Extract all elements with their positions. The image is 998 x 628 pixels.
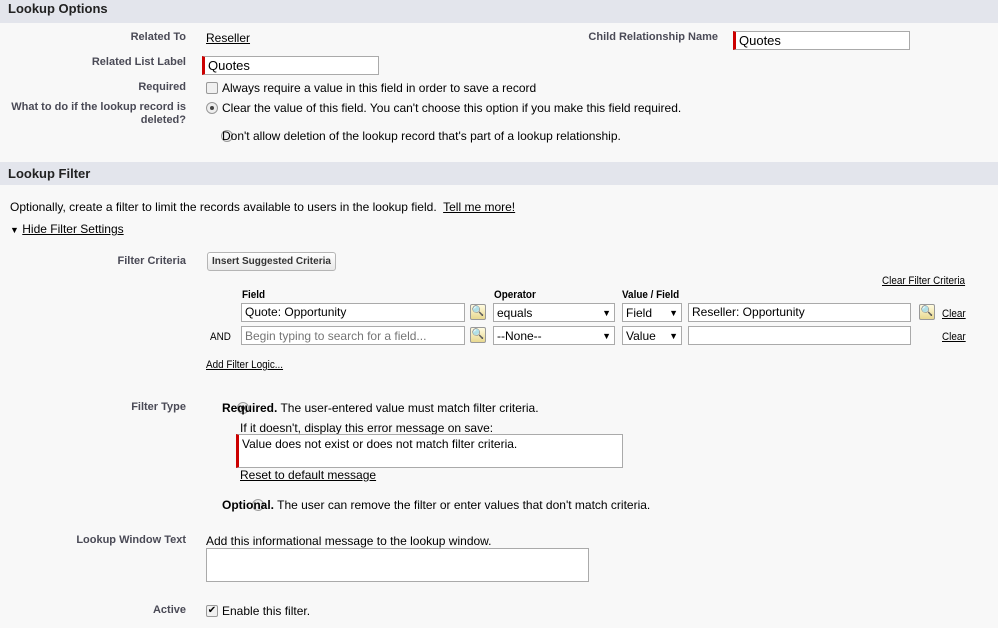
clear-filter-criteria-link[interactable]: Clear Filter Criteria xyxy=(882,275,965,287)
operator-column-header: Operator xyxy=(494,289,536,301)
related-list-label-input[interactable]: Quotes xyxy=(202,56,379,75)
filter-value-input[interactable]: Reseller: Opportunity xyxy=(688,303,911,322)
clear-value-radio[interactable] xyxy=(206,102,218,114)
operator-select[interactable]: equals ▼ xyxy=(493,303,615,322)
dropdown-arrow-icon: ▼ xyxy=(602,307,611,318)
optional-bold: Optional. xyxy=(222,498,274,512)
required-desc: The user-entered value must match filter… xyxy=(280,401,539,415)
filter-value-input[interactable] xyxy=(688,326,911,345)
error-prompt: If it doesn't, display this error messag… xyxy=(240,421,494,435)
dropdown-arrow-icon: ▼ xyxy=(669,307,678,318)
required-filter-text: Required. The user-entered value must ma… xyxy=(222,401,539,415)
clear-row-link[interactable]: Clear xyxy=(942,308,966,320)
lookup-magnifier-icon[interactable]: 🔍 xyxy=(470,304,486,320)
dropdown-arrow-icon: ▼ xyxy=(669,330,678,341)
clear-value-text: Clear the value of this field. You can't… xyxy=(222,101,682,115)
optional-desc: The user can remove the filter or enter … xyxy=(277,498,651,512)
lookup-window-textarea[interactable] xyxy=(206,548,589,582)
filter-field-input[interactable]: Quote: Opportunity xyxy=(241,303,465,322)
delete-behavior-label: What to do if the lookup record is delet… xyxy=(11,101,186,126)
required-text: Always require a value in this field in … xyxy=(222,81,537,95)
active-label: Active xyxy=(152,604,186,616)
clear-row-link[interactable]: Clear xyxy=(942,331,966,343)
caret-down-icon: ▼ xyxy=(10,225,19,235)
lookup-magnifier-icon[interactable]: 🔍 xyxy=(470,327,486,343)
filter-intro-text: Optionally, create a filter to limit the… xyxy=(10,200,437,214)
hide-filter-settings[interactable]: ▼ Hide Filter Settings xyxy=(10,222,124,236)
related-list-label: Related List Label xyxy=(91,56,186,68)
value-column-header: Value / Field xyxy=(622,289,680,301)
hide-filter-settings-link[interactable]: Hide Filter Settings xyxy=(22,222,123,236)
related-to-link[interactable]: Reseller xyxy=(206,31,250,45)
operator-value: --None-- xyxy=(497,328,542,343)
value-type-select[interactable]: Field ▼ xyxy=(622,303,682,322)
reset-default-message-link[interactable]: Reset to default message xyxy=(240,468,376,482)
optional-filter-text: Optional. The user can remove the filter… xyxy=(222,498,650,512)
enable-filter-checkbox[interactable]: ✔ xyxy=(206,605,218,617)
dropdown-arrow-icon: ▼ xyxy=(602,330,611,341)
operator-value: equals xyxy=(497,305,533,320)
add-filter-logic-link[interactable]: Add Filter Logic... xyxy=(206,359,283,371)
section-lookup-options: Lookup Options xyxy=(0,0,998,23)
value-type-value: Value xyxy=(626,328,656,343)
section-lookup-filter: Lookup Filter xyxy=(0,162,998,185)
enable-filter-text: Enable this filter. xyxy=(222,604,311,618)
field-column-header: Field xyxy=(242,289,266,301)
filter-type-label: Filter Type xyxy=(131,401,186,413)
lookup-magnifier-icon[interactable]: 🔍 xyxy=(919,304,935,320)
required-checkbox[interactable] xyxy=(206,82,218,94)
value-type-value: Field xyxy=(626,305,653,320)
child-relationship-label: Child Relationship Name xyxy=(588,31,718,43)
prevent-deletion-text: Don't allow deletion of the lookup recor… xyxy=(222,129,621,143)
lookup-window-text-desc: Add this informational message to the lo… xyxy=(206,534,492,548)
value-type-select[interactable]: Value ▼ xyxy=(622,326,682,345)
related-to-label: Related To xyxy=(130,31,186,43)
tell-me-more-link[interactable]: Tell me more! xyxy=(443,200,515,214)
error-message-textarea[interactable]: Value does not exist or does not match f… xyxy=(236,434,623,468)
required-label: Required xyxy=(138,81,186,93)
required-bold: Required. xyxy=(222,401,278,415)
filter-field-input[interactable] xyxy=(241,326,465,345)
lookup-window-text-label: Lookup Window Text xyxy=(76,534,186,546)
filter-criteria-label: Filter Criteria xyxy=(117,255,186,267)
insert-suggested-criteria-button[interactable]: Insert Suggested Criteria xyxy=(207,252,336,271)
child-relationship-input[interactable]: Quotes xyxy=(733,31,910,50)
filter-intro: Optionally, create a filter to limit the… xyxy=(10,200,515,214)
and-label: AND xyxy=(210,331,231,343)
operator-select[interactable]: --None-- ▼ xyxy=(493,326,615,345)
